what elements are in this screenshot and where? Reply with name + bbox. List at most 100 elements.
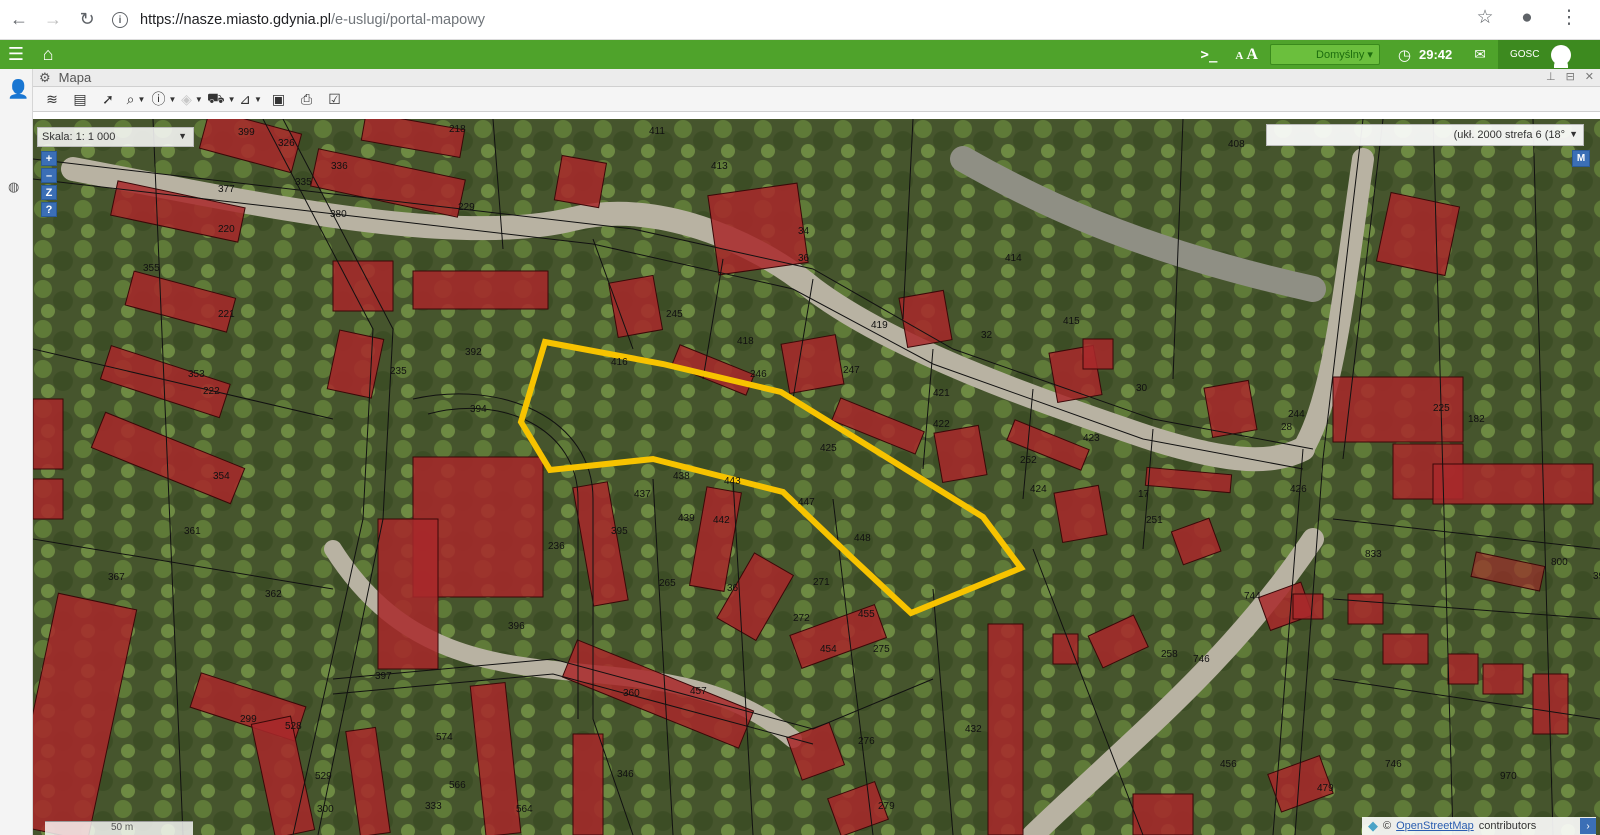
panel-title: Mapa xyxy=(58,70,92,85)
parcel-number-label: 221 xyxy=(218,309,235,320)
parcel-number-label: 245 xyxy=(666,309,683,320)
url-host: https://nasze.miasto.gdynia.pl xyxy=(140,12,332,28)
parcel-number-label: 397 xyxy=(375,671,392,682)
clock-icon: ◷ xyxy=(1397,46,1412,64)
parcel-number-label: 300 xyxy=(317,804,334,815)
parcel-number-label: 222 xyxy=(203,386,220,397)
select-pointer-icon[interactable]: ➚ xyxy=(95,88,121,110)
parcel-number-label: 970 xyxy=(1500,771,1517,782)
parcel-number-label: 299 xyxy=(240,714,257,725)
route-icon[interactable]: ⛟ ▼ xyxy=(207,88,236,110)
parcel-number-label: 426 xyxy=(1290,484,1307,495)
parcel-number-label: 252 xyxy=(1020,455,1037,466)
parcel-number-label: 746 xyxy=(1385,759,1402,770)
parcel-number-label: 744 xyxy=(1244,591,1261,602)
attribution-toggle-icon[interactable]: › xyxy=(1580,818,1596,834)
font-size-control[interactable]: A A xyxy=(1235,46,1258,64)
measure-icon[interactable]: ⊿ ▼ xyxy=(238,88,264,110)
map-canvas[interactable]: 399 326 218 411 413 408 377 335 336 220 229 380 34 36… xyxy=(33,119,1600,835)
user-menu[interactable]: GOSC xyxy=(1498,40,1600,69)
parcel-number-label: 36 xyxy=(798,253,810,264)
zoom-box-button[interactable]: Z xyxy=(41,185,57,200)
command-line-icon[interactable]: >_ xyxy=(1201,47,1218,63)
legend-icon[interactable]: ▤ xyxy=(67,88,93,110)
parcel-number-label: 456 xyxy=(1220,759,1237,770)
parcel-number-label: 746 xyxy=(1193,654,1210,665)
address-bar[interactable]: i https://nasze.miasto.gdynia.pl/e-uslug… xyxy=(112,6,1500,34)
map-mode-button[interactable]: M xyxy=(1572,150,1590,167)
parcel-number-label: 447 xyxy=(798,497,815,508)
profile-icon[interactable]: ● xyxy=(1516,7,1538,29)
user-avatar-icon xyxy=(1551,44,1572,68)
image-icon[interactable]: ▣ xyxy=(266,88,292,110)
site-info-icon[interactable]: i xyxy=(112,12,128,28)
url-path: /e-uslugi/portal-mapowy xyxy=(331,12,485,28)
parcel-number-label: 418 xyxy=(737,336,754,347)
hamburger-menu-icon[interactable]: ☰ xyxy=(0,44,32,65)
parcel-number-label: 422 xyxy=(933,419,950,430)
parcel-number-label: 566 xyxy=(449,780,466,791)
font-increase-button[interactable]: A xyxy=(1246,46,1258,63)
zoom-control: + – Z ? xyxy=(41,151,57,217)
print-icon[interactable]: ⎙ xyxy=(294,88,320,110)
parcel-number-label: 442 xyxy=(713,515,730,526)
person-icon[interactable]: 👤 xyxy=(7,79,29,101)
parcel-number-label: 355 xyxy=(143,263,160,274)
info-icon[interactable]: ⓘ ▼ xyxy=(151,88,177,110)
parcel-number-label: 392 xyxy=(465,347,482,358)
help-button[interactable]: ? xyxy=(41,202,57,217)
parcel-number-label: 380 xyxy=(330,209,347,220)
checklist-icon[interactable]: ☑ xyxy=(322,88,348,110)
parcel-number-label: 244 xyxy=(1288,409,1305,420)
browser-toolbar: ← → ↻ i https://nasze.miasto.gdynia.pl/e… xyxy=(0,0,1600,40)
parcel-number-label: 395 xyxy=(1593,571,1600,582)
user-name: GOSC xyxy=(1510,49,1540,60)
globe-icon[interactable]: ◍ xyxy=(8,179,19,195)
parcel-number-label: 361 xyxy=(184,526,201,537)
parcel-number-label: 414 xyxy=(1005,253,1022,264)
crs-value: (ukł. 2000 strefa 6 (18° xyxy=(1453,129,1565,141)
parcel-number-label: 235 xyxy=(390,366,407,377)
back-icon[interactable]: ← xyxy=(4,5,34,35)
parcel-number-label: 220 xyxy=(218,224,235,235)
gear-icon[interactable]: ⚙ xyxy=(39,70,51,86)
layers-icon[interactable]: ≋ xyxy=(39,88,65,110)
parcel-number-label: 574 xyxy=(436,732,453,743)
close-icon[interactable]: ✕ xyxy=(1585,70,1594,83)
bookmark-star-icon[interactable]: ☆ xyxy=(1474,6,1496,29)
parcel-number-label: 276 xyxy=(858,736,875,747)
osm-icon: ◆ xyxy=(1368,818,1378,833)
pin-icon[interactable]: ⊥ xyxy=(1546,70,1556,83)
theme-select[interactable]: Domyślny ▾ xyxy=(1269,44,1380,65)
parcel-number-label: 564 xyxy=(516,804,533,815)
parcel-number-label: 336 xyxy=(331,161,348,172)
scale-select[interactable]: Skala: 1: 1 000 ▼ xyxy=(37,127,194,147)
parcel-number-label: 394 xyxy=(470,404,487,415)
parcel-number-label: 423 xyxy=(1083,433,1100,444)
parcel-number-label: 413 xyxy=(711,161,728,172)
restore-icon[interactable]: ⊟ xyxy=(1566,70,1575,83)
crs-select[interactable]: (ukł. 2000 strefa 6 (18° ▼ xyxy=(1266,124,1584,146)
parcel-number-label: 17 xyxy=(1138,489,1150,500)
browser-menu-icon[interactable]: ⋮ xyxy=(1558,6,1580,29)
zoom-out-button[interactable]: – xyxy=(41,168,57,183)
home-icon[interactable]: ⌂ xyxy=(32,44,64,65)
parcel-number-label: 229 xyxy=(458,202,475,213)
crs-caret-icon: ▼ xyxy=(1569,129,1578,139)
parcel-number-label: 258 xyxy=(1161,649,1178,660)
parcel-number-label: 275 xyxy=(873,644,890,655)
parcel-number-label: 346 xyxy=(617,769,634,780)
parcel-number-label: 396 xyxy=(508,621,525,632)
parcel-number-label: 236 xyxy=(548,541,565,552)
forward-icon[interactable]: → xyxy=(38,5,68,35)
osm-link[interactable]: OpenStreetMap xyxy=(1396,820,1474,832)
mail-icon[interactable]: ✉ xyxy=(1474,46,1486,63)
reload-icon[interactable]: ↻ xyxy=(72,5,102,35)
parcel-number-label: 437 xyxy=(634,489,651,500)
zoom-in-button[interactable]: + xyxy=(41,151,57,166)
font-decrease-button[interactable]: A xyxy=(1235,50,1243,62)
parcel-number-label: 833 xyxy=(1365,549,1382,560)
search-icon[interactable]: ⌕ ▼ xyxy=(123,88,149,110)
scale-caret-icon: ▼ xyxy=(178,131,187,141)
map-attribution: ◆ © OpenStreetMap contributors › xyxy=(1362,817,1596,835)
